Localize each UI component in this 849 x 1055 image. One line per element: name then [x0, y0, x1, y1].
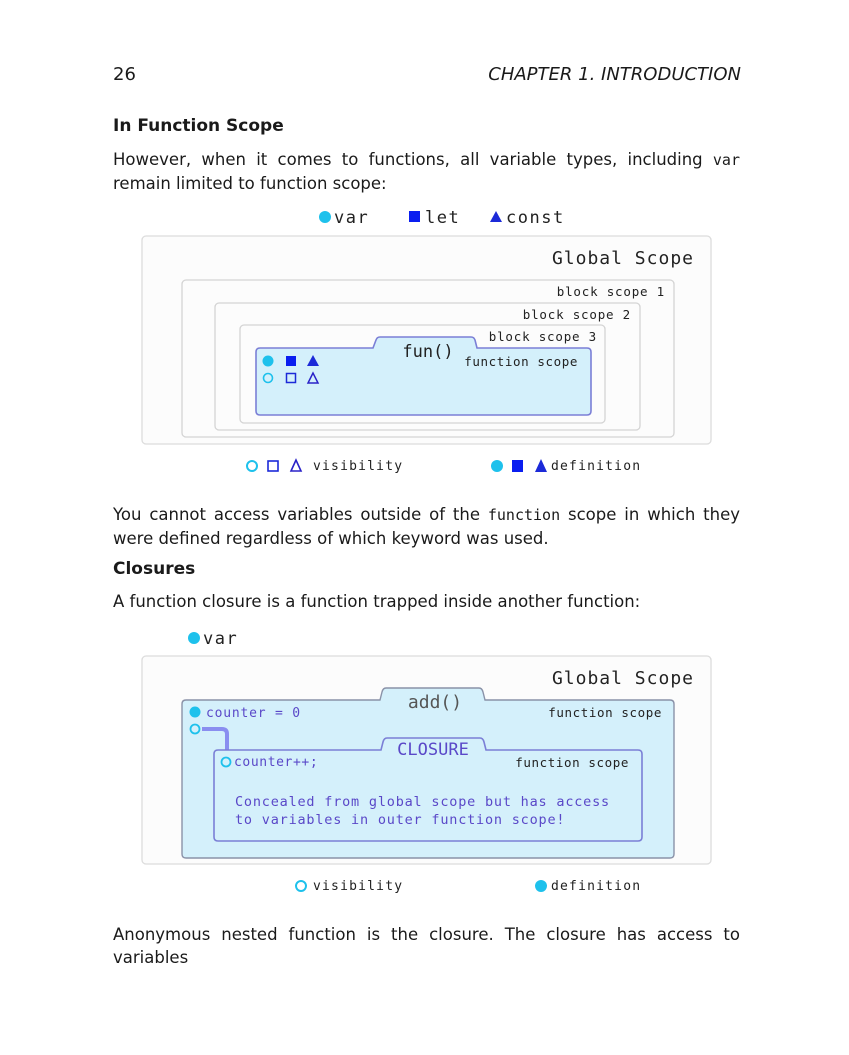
- paragraph-anonymous-closure: Anonymous nested function is the closure…: [113, 925, 740, 967]
- global-scope-label: Global Scope: [552, 668, 694, 689]
- closure-diagram: var Global Scope add() function scope co…: [141, 629, 712, 894]
- legend-definition: definition: [551, 879, 641, 894]
- var-circle-icon: [188, 632, 200, 644]
- closure-tab-label: CLOSURE: [397, 740, 469, 760]
- counter-definition-icon: [189, 706, 201, 718]
- counter-increment: counter++;: [234, 755, 318, 770]
- closure-note-line-1: Concealed from global scope but has acce…: [235, 794, 610, 810]
- add-tab-label: add(): [408, 692, 462, 713]
- closure-note-line-2: to variables in outer function scope!: [235, 812, 565, 828]
- closure-function-scope-label: function scope: [515, 755, 629, 770]
- outer-function-scope-label: function scope: [548, 705, 662, 720]
- definition-circle-icon: [535, 880, 547, 892]
- counter-definition: counter = 0: [206, 706, 301, 721]
- visibility-circle-icon: [295, 880, 307, 892]
- legend-visibility: visibility: [313, 879, 403, 894]
- legend-var: var: [203, 629, 238, 649]
